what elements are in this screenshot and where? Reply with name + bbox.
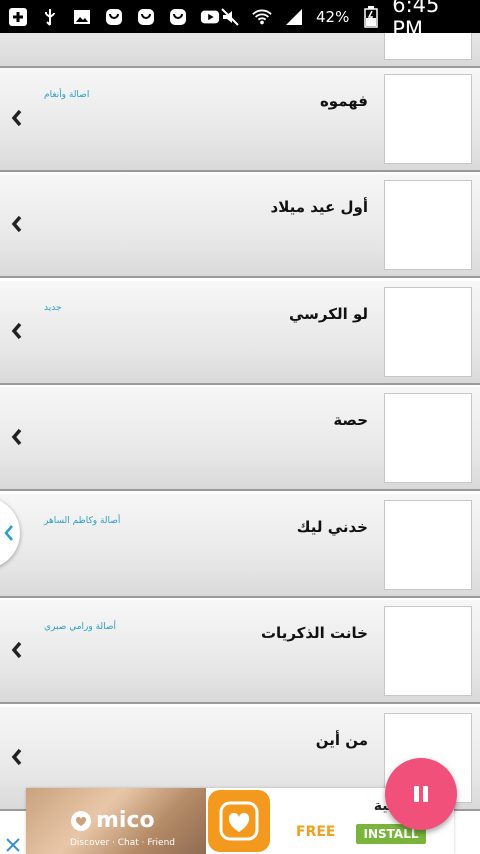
ad-app-icon: [208, 790, 270, 852]
wifi-icon: [252, 7, 272, 27]
song-thumbnail: [384, 287, 472, 377]
image-icon: [72, 7, 92, 27]
song-thumbnail: [384, 500, 472, 590]
heart-icon: [219, 801, 259, 841]
chevron-left-icon: [4, 525, 13, 541]
song-artist: أصالة وكاظم الساهر: [44, 516, 121, 526]
chevron-left-icon[interactable]: [10, 321, 24, 341]
song-artist: جديد: [44, 303, 62, 313]
chevron-left-icon[interactable]: [10, 108, 24, 128]
mute-icon: [220, 7, 240, 27]
chevron-left-icon[interactable]: [10, 640, 24, 660]
usb-icon: [40, 7, 60, 27]
heart-icon: [71, 810, 91, 831]
close-icon[interactable]: [4, 836, 22, 854]
list-item[interactable]: أول عيد ميلاد: [0, 174, 480, 278]
song-thumbnail: [384, 33, 472, 60]
song-title: من أين: [315, 731, 368, 749]
app-icon: [168, 7, 188, 27]
song-thumbnail: [384, 606, 472, 696]
song-title: أول عيد ميلاد: [270, 198, 368, 216]
list-item[interactable]: فهموه اصالة وأنغام: [0, 68, 480, 172]
app-icon: [136, 7, 156, 27]
pause-button[interactable]: [385, 758, 457, 830]
plus-icon: [8, 7, 28, 27]
youtube-icon: [200, 7, 220, 27]
chevron-left-icon[interactable]: [10, 747, 24, 767]
pause-icon: [414, 786, 428, 802]
song-artist: اصالة وأنغام: [44, 90, 90, 100]
list-item[interactable]: لو الكرسي جديد: [0, 281, 480, 385]
app-icon: [104, 7, 124, 27]
chevron-left-icon[interactable]: [10, 214, 24, 234]
list-item[interactable]: خانت الذكريات أصالة ورامي صبري: [0, 600, 480, 704]
song-thumbnail: [384, 180, 472, 270]
song-thumbnail: [384, 393, 472, 483]
list-item[interactable]: حصة: [0, 387, 480, 491]
signal-icon: [284, 7, 304, 27]
song-title: خانت الذكريات: [260, 624, 368, 642]
ad-logo: mico: [70, 808, 155, 833]
song-thumbnail: [384, 74, 472, 164]
list-item[interactable]: [0, 33, 480, 68]
song-title: حصة: [333, 411, 368, 429]
song-artist: أصالة ورامي صبري: [44, 622, 117, 632]
status-bar: 42% 6:45 PM: [0, 0, 480, 41]
ad-brand: mico: [96, 808, 155, 833]
song-title: فهموه: [319, 92, 368, 110]
battery-icon: [361, 5, 380, 28]
ad-tagline: Discover · Chat · Friend: [70, 838, 176, 848]
song-list[interactable]: فهموه اصالة وأنغام أول عيد ميلاد لو الكر…: [0, 33, 480, 854]
song-title: لو الكرسي: [288, 305, 368, 323]
ad-free-label: FREE: [296, 824, 336, 840]
list-item[interactable]: خدني ليك أصالة وكاظم الساهر: [0, 494, 480, 598]
battery-percent: 42%: [316, 7, 350, 26]
chevron-left-icon[interactable]: [10, 427, 24, 447]
song-title: خدني ليك: [296, 518, 368, 536]
